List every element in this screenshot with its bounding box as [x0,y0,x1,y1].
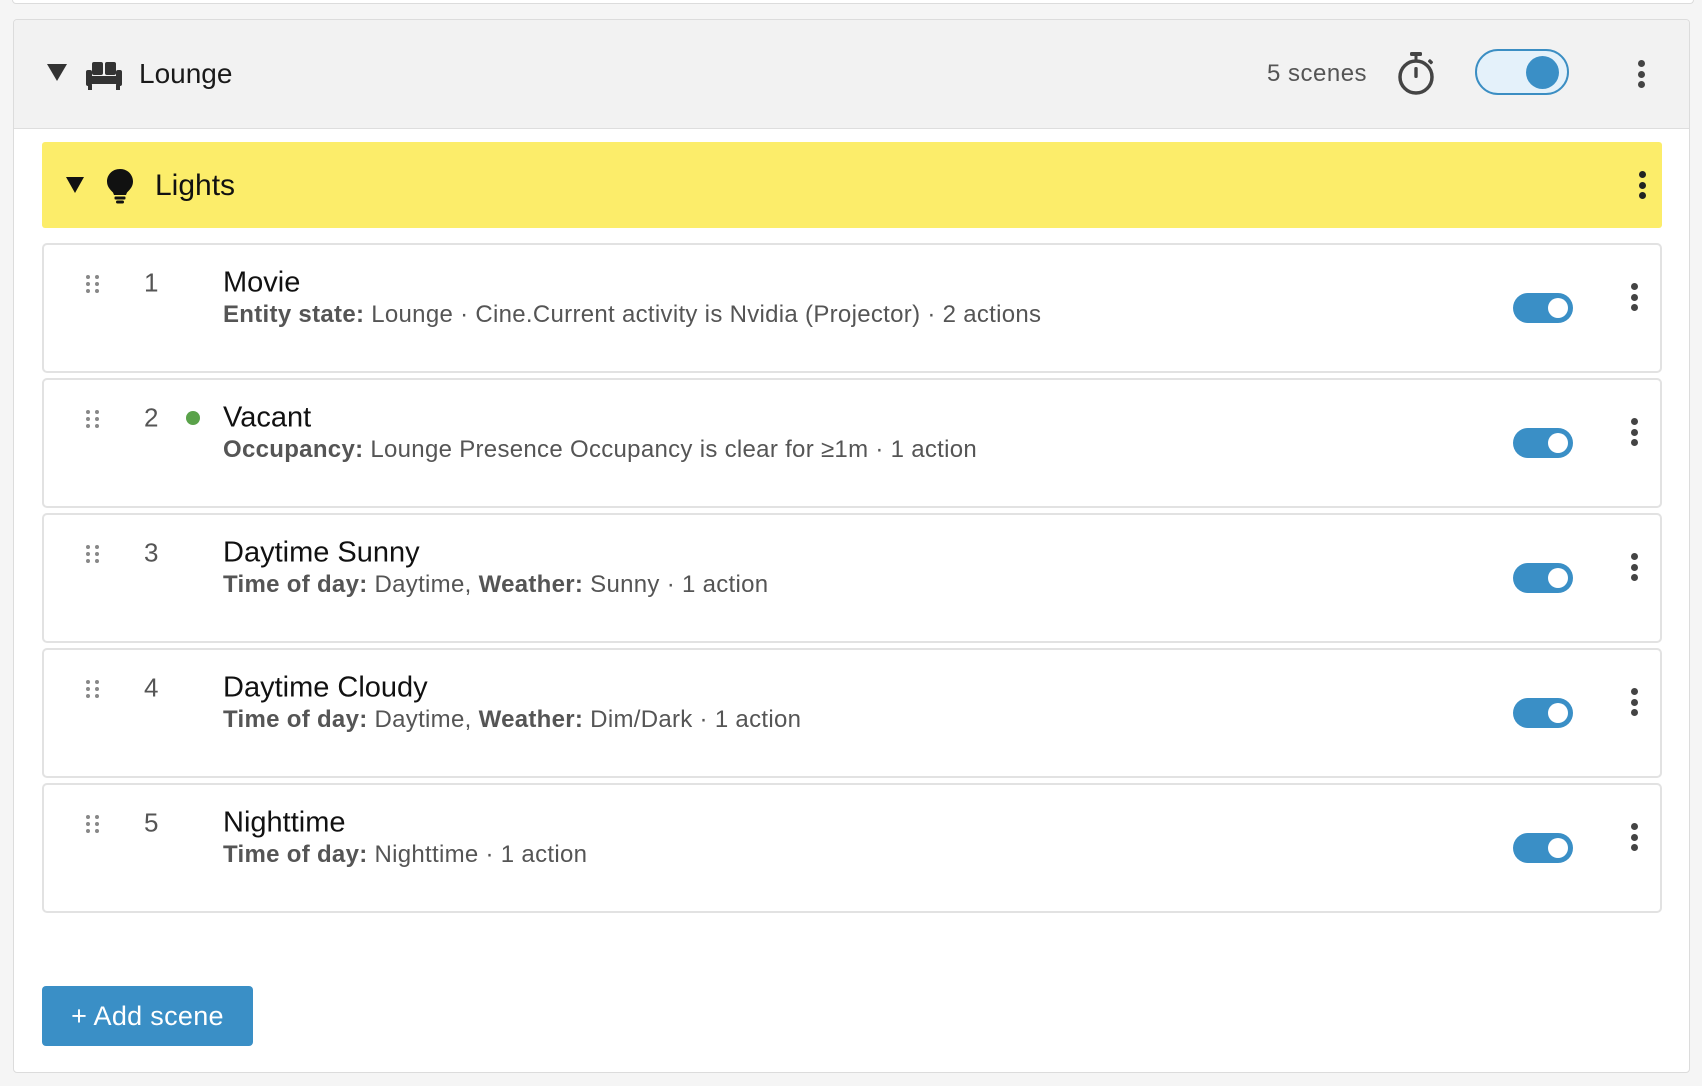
scene-index: 3 [144,537,159,568]
scene-name: Vacant [223,401,312,434]
room-title: Lounge [139,58,233,89]
group-title: Lights [155,169,236,202]
action-count: · 2 actions [920,301,1042,328]
scene-description: Occupancy: Lounge Presence Occupancy is … [223,436,977,464]
room-panel: Lounge 5 scenes Lights 1 Movie Entity stat… [13,19,1690,1073]
scene-index: 1 [144,267,159,298]
condition-value: Daytime, [367,706,479,733]
scene-menu-icon[interactable] [1624,547,1644,587]
action-count: · 1 action [478,841,588,868]
scene-card[interactable]: 5 Nighttime Time of day: Nighttime · 1 act… [42,783,1662,913]
toggle-knob [1526,56,1559,89]
condition-value: Nighttime [367,841,479,868]
sofa-icon [86,62,122,90]
condition-label: Time of day: [223,571,368,598]
scene-description: Time of day: Daytime, Weather: Sunny · 1… [223,571,768,599]
scene-count: 5 scenes [1267,60,1368,87]
group-header[interactable]: Lights [42,142,1662,228]
scene-enabled-toggle[interactable] [1513,833,1573,863]
lightbulb-icon [107,169,133,204]
scene-index: 4 [144,672,159,703]
condition-label: Occupancy: [223,436,364,463]
condition-label: Time of day: [223,841,368,868]
scene-index: 2 [144,402,159,433]
action-count: · 1 action [659,571,769,598]
add-scene-button[interactable]: + Add scene [42,986,253,1046]
condition-value: Sunny [583,571,660,598]
room-menu-icon[interactable] [1631,54,1651,94]
scene-index: 5 [144,807,159,838]
scene-description: Entity state: Lounge · Cine.Current acti… [223,301,1041,329]
scene-enabled-toggle[interactable] [1513,428,1573,458]
drag-handle-icon[interactable] [86,275,99,294]
scene-menu-icon[interactable] [1624,682,1644,722]
room-header[interactable]: Lounge 5 scenes [14,20,1689,129]
condition-value: Lounge · Cine.Current activity is Nvidia… [364,301,921,328]
scene-description: Time of day: Daytime, Weather: Dim/Dark … [223,706,801,734]
scene-enabled-toggle[interactable] [1513,563,1573,593]
timer-icon[interactable] [1394,50,1438,98]
scene-card[interactable]: 2 Vacant Occupancy: Lounge Presence Occupa… [42,378,1662,508]
scene-name: Daytime Sunny [223,536,420,569]
scene-enabled-toggle[interactable] [1513,293,1573,323]
drag-handle-icon[interactable] [86,545,99,564]
previous-panel-edge [12,0,1694,4]
scene-name: Daytime Cloudy [223,671,428,704]
toggle-knob [1548,433,1568,453]
condition-label: Entity state: [223,301,365,328]
toggle-knob [1548,703,1568,723]
room-enabled-toggle[interactable] [1475,49,1569,95]
scene-menu-icon[interactable] [1624,412,1644,452]
scene-description: Time of day: Nighttime · 1 action [223,841,587,869]
scene-menu-icon[interactable] [1624,817,1644,857]
drag-handle-icon[interactable] [86,815,99,834]
toggle-knob [1548,298,1568,318]
scene-enabled-toggle[interactable] [1513,698,1573,728]
collapse-caret-icon[interactable] [47,64,67,81]
group-menu-icon[interactable] [1632,165,1652,205]
action-count: · 1 action [868,436,978,463]
drag-handle-icon[interactable] [86,410,99,429]
action-count: · 1 action [692,706,802,733]
condition-label: Time of day: [223,706,368,733]
active-indicator-dot [186,411,200,425]
condition-label: Weather: [478,571,584,598]
condition-value: Lounge Presence Occupancy is clear for ≥… [363,436,869,463]
collapse-caret-icon[interactable] [66,177,84,193]
scene-name: Nighttime [223,806,346,839]
toggle-knob [1548,568,1568,588]
scene-card[interactable]: 3 Daytime Sunny Time of day: Daytime, Weat… [42,513,1662,643]
drag-handle-icon[interactable] [86,680,99,699]
scene-name: Movie [223,266,301,299]
condition-value: Daytime, [367,571,479,598]
condition-label: Weather: [478,706,584,733]
condition-value: Dim/Dark [583,706,693,733]
scene-card[interactable]: 1 Movie Entity state: Lounge · Cine.Curren… [42,243,1662,373]
scene-menu-icon[interactable] [1624,277,1644,317]
toggle-knob [1548,838,1568,858]
scene-card[interactable]: 4 Daytime Cloudy Time of day: Daytime, Wea… [42,648,1662,778]
